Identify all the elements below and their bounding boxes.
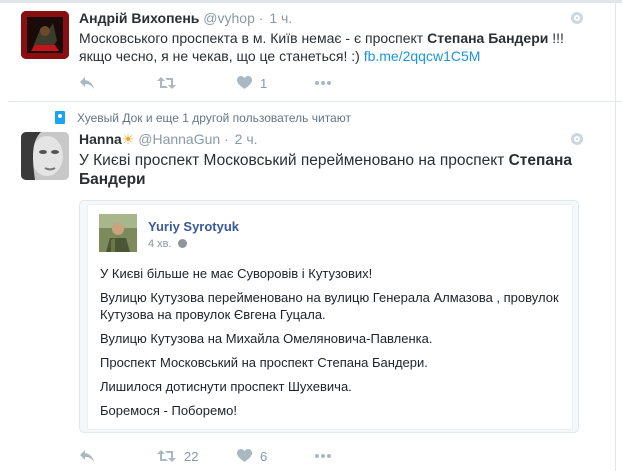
fb-line: Лишилося дотиснути проспект Шухевича.	[100, 379, 352, 394]
fb-line: Боремося - Поборемо!	[100, 403, 237, 418]
like-button[interactable]: 6	[237, 449, 315, 464]
sun-emoji: ☀	[121, 131, 135, 147]
tweet-link[interactable]: fb.me/2qqcw1C5M	[364, 48, 481, 64]
fb-line: Проспект Московський на проспект Степана…	[100, 355, 428, 370]
reply-button[interactable]	[79, 449, 157, 463]
tweet-author-name[interactable]: Андрій Вихопень	[79, 10, 199, 26]
separator: ·	[258, 10, 264, 26]
caret-icon[interactable]	[571, 133, 583, 145]
caret-icon[interactable]	[571, 12, 583, 24]
timeline-border	[615, 0, 616, 471]
fb-post-time: 4 хв.	[148, 238, 187, 250]
like-button[interactable]: 1	[237, 76, 315, 91]
tweet-text-bold: Бандери	[79, 171, 146, 188]
tweet-author-handle[interactable]: @vyhop	[203, 10, 255, 26]
globe-icon	[177, 239, 187, 248]
tweet-text-bold: Степана	[508, 152, 572, 169]
tweet-actions: 1	[79, 73, 331, 93]
facebook-post: Yuriy Syrotyuk 4 хв. У Києві більше не м…	[88, 205, 572, 429]
fb-line: Вулицю Кутузова на Михайла Омеляновича-П…	[100, 331, 433, 346]
like-icon	[237, 449, 252, 462]
tweet-actions: 22 6	[79, 446, 331, 466]
fb-time-text: 4 хв.	[148, 238, 172, 250]
tweet-header: Андрій Вихопень @vyhop · 1 ч.	[79, 10, 292, 26]
tweet-text-bold: Степана Бандери	[427, 30, 549, 46]
separator: ·	[224, 131, 229, 147]
more-button[interactable]	[315, 81, 331, 85]
tweet-text-part: !!!	[548, 30, 564, 46]
tweet-header: Hanna☀ @HannaGun · 2 ч.	[79, 131, 258, 148]
retweet-button[interactable]: 22	[157, 449, 237, 464]
tweet-text-part: У Києві проспект Московський перейменова…	[79, 152, 509, 169]
tweet-timestamp[interactable]: 1 ч.	[269, 10, 292, 26]
fb-author-name[interactable]: Yuriy Syrotyuk	[148, 219, 239, 234]
more-icon	[315, 81, 331, 85]
tweet-author-handle[interactable]: @HannaGun	[138, 131, 220, 147]
fb-post-body: У Києві більше не має Суворовів і Кутузо…	[100, 265, 560, 426]
follow-context-text: Хуевый Док и еще 1 другой пользователь ч…	[77, 111, 351, 125]
reply-icon	[80, 450, 94, 462]
media-card[interactable]: Yuriy Syrotyuk 4 хв. У Києві більше не м…	[79, 200, 579, 433]
reply-icon	[80, 77, 94, 89]
tweet-text: Московського проспекта в м. Київ немає -…	[79, 29, 609, 65]
retweet-button[interactable]	[157, 76, 237, 90]
follow-context-icon	[55, 111, 65, 124]
retweet-count: 22	[184, 448, 199, 464]
follow-context[interactable]: Хуевый Док и еще 1 другой пользователь ч…	[55, 111, 351, 125]
like-count: 1	[260, 75, 268, 91]
more-button[interactable]	[315, 454, 331, 458]
retweet-icon	[157, 450, 176, 462]
tweet[interactable]: Андрій Вихопень @vyhop · 1 ч. Московсько…	[0, 3, 600, 99]
fb-line: Вулицю Кутузова перейменовано на вулицю …	[100, 290, 559, 322]
fb-author-avatar	[99, 214, 137, 252]
fb-line: У Києві більше не має Суворовів і Кутузо…	[100, 266, 373, 281]
like-icon	[237, 76, 252, 89]
tweet-divider	[8, 101, 622, 102]
like-count: 6	[260, 448, 268, 464]
retweet-icon	[157, 77, 176, 89]
avatar[interactable]	[21, 132, 69, 180]
tweet-author-name[interactable]: Hanna	[79, 131, 122, 147]
tweet-timestamp[interactable]: 2 ч.	[235, 131, 258, 147]
avatar[interactable]	[21, 11, 69, 59]
more-icon	[315, 454, 331, 458]
tweet-text: У Києві проспект Московський перейменова…	[79, 151, 579, 189]
tweet-text-part: Московського проспекта в м. Київ немає -…	[79, 30, 428, 46]
tweet-text-part: якщо чесно, я не чекав, що це станеться!…	[79, 48, 364, 64]
reply-button[interactable]	[79, 76, 157, 90]
